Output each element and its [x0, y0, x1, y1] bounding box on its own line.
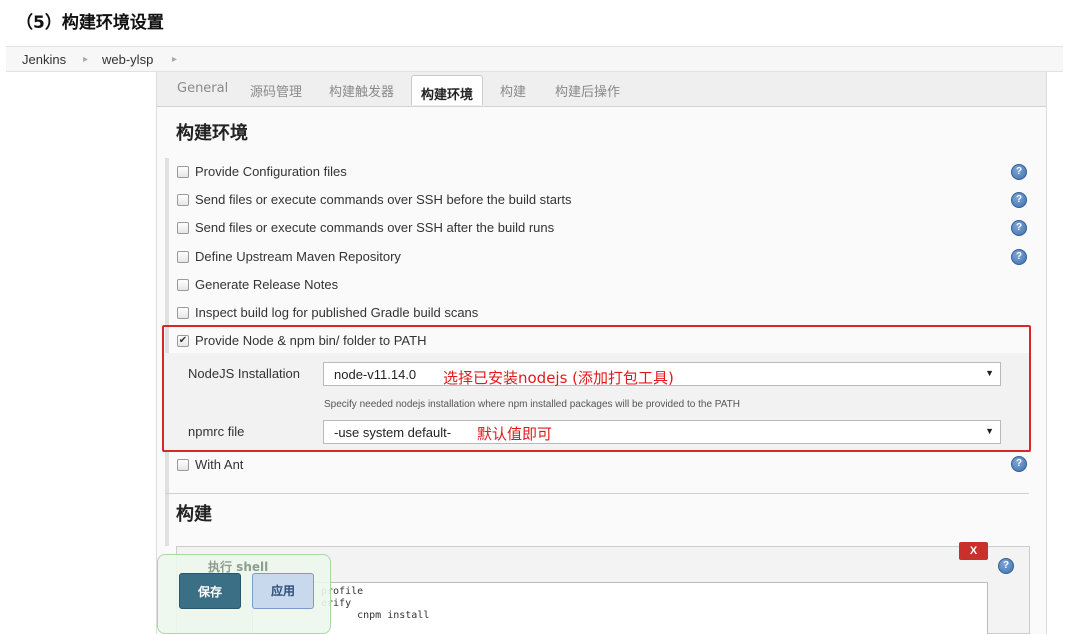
checkbox[interactable] [177, 222, 189, 234]
help-icon[interactable]: ? [998, 558, 1014, 574]
tab-bar: General 源码管理 构建触发器 构建环境 构建 构建后操作 [157, 72, 1046, 107]
tab-triggers[interactable]: 构建触发器 [329, 81, 394, 100]
save-bar: 执行 shell 保存 应用 [157, 554, 331, 634]
option-label: Send files or execute commands over SSH … [195, 192, 572, 207]
divider [165, 493, 1029, 494]
help-icon[interactable]: ? [1011, 192, 1027, 208]
checkbox[interactable] [177, 459, 189, 471]
checkbox[interactable] [177, 194, 189, 206]
tab-post-build[interactable]: 构建后操作 [555, 81, 620, 100]
breadcrumb: Jenkins ▸ web-ylsp ▸ [6, 46, 1063, 72]
breadcrumb-separator-icon[interactable]: ▸ [83, 54, 88, 65]
option-label: Provide Configuration files [195, 164, 347, 179]
section-title-build: 构建 [176, 504, 212, 525]
tab-build[interactable]: 构建 [500, 81, 526, 100]
apply-button[interactable]: 应用 [252, 573, 314, 609]
tab-scm[interactable]: 源码管理 [250, 81, 302, 100]
help-icon[interactable]: ? [1011, 220, 1027, 236]
checkbox[interactable] [177, 307, 189, 319]
option-label: Send files or execute commands over SSH … [195, 220, 555, 235]
highlight-box [162, 325, 1031, 452]
save-button[interactable]: 保存 [179, 573, 241, 609]
help-icon[interactable]: ? [1011, 456, 1027, 472]
checkbox[interactable] [177, 166, 189, 178]
checkbox[interactable] [177, 279, 189, 291]
checkbox[interactable] [177, 251, 189, 263]
doc-title: （5）构建环境设置 [16, 13, 164, 33]
shell-command-textarea[interactable]: profile erify cnpm install [252, 582, 988, 634]
breadcrumb-separator-icon[interactable]: ▸ [172, 54, 177, 65]
tab-build-env[interactable]: 构建环境 [411, 75, 484, 105]
option-label: With Ant [195, 457, 244, 472]
section-title-build-env: 构建环境 [176, 123, 248, 144]
config-panel: General 源码管理 构建触发器 构建环境 构建 构建后操作 构建环境 Pr… [156, 72, 1047, 634]
breadcrumb-jenkins[interactable]: Jenkins [22, 52, 66, 67]
option-label: Inspect build log for published Gradle b… [195, 305, 479, 320]
tab-general[interactable]: General [177, 81, 228, 96]
help-icon[interactable]: ? [1011, 249, 1027, 265]
help-icon[interactable]: ? [1011, 164, 1027, 180]
breadcrumb-project[interactable]: web-ylsp [102, 52, 153, 67]
option-label: Define Upstream Maven Repository [195, 249, 401, 264]
delete-step-button[interactable]: X [959, 542, 988, 560]
option-label: Generate Release Notes [195, 277, 339, 292]
